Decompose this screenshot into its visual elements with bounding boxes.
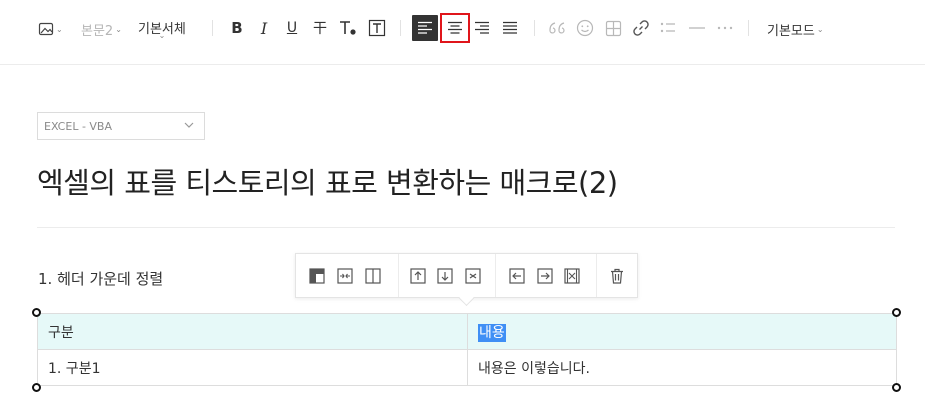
- table-resize-handle[interactable]: [892, 383, 901, 392]
- smiley-icon: [576, 19, 594, 37]
- popup-divider: [495, 254, 496, 297]
- editor-mode-select[interactable]: 기본모드 ⌄: [767, 18, 824, 40]
- font-family-select[interactable]: 기본서체 ⌄: [138, 18, 186, 40]
- align-center-button[interactable]: [440, 13, 470, 43]
- editor-toolbar: ⌄ 본문2 ⌄ 기본서체 ⌄ B I U 干 기본모드 ⌄: [0, 0, 925, 65]
- chevron-down-icon: ⌄: [56, 24, 63, 34]
- italic-button[interactable]: I: [251, 15, 277, 41]
- align-left-button[interactable]: [412, 15, 438, 41]
- align-left-icon: [418, 21, 432, 34]
- horizontal-line-button[interactable]: [684, 15, 710, 41]
- quote-icon: [549, 22, 565, 34]
- table-resize-handle[interactable]: [32, 308, 41, 317]
- paragraph-style-select[interactable]: 본문2 ⌄: [81, 18, 122, 40]
- table-cell[interactable]: 내용은 이렇습니다.: [467, 349, 897, 386]
- underline-icon: U: [286, 20, 298, 36]
- text-color-icon: [340, 21, 356, 35]
- insert-row-below-icon[interactable]: [436, 267, 454, 285]
- insert-row-above-icon[interactable]: [409, 267, 427, 285]
- title-divider: [37, 227, 895, 228]
- category-select[interactable]: EXCEL - VBA: [37, 112, 205, 140]
- selected-header-text: 내용: [478, 323, 506, 342]
- image-icon: [38, 22, 54, 36]
- bullet-list-button[interactable]: [655, 15, 681, 41]
- insert-image-button[interactable]: ⌄: [38, 18, 63, 40]
- table-header-cell[interactable]: 구분: [37, 313, 468, 350]
- bold-icon: B: [231, 19, 243, 37]
- trash-icon[interactable]: [608, 267, 626, 285]
- align-right-button[interactable]: [469, 15, 495, 41]
- paragraph-style-label: 본문2: [81, 23, 114, 39]
- editor-mode-label: 기본모드: [767, 23, 815, 39]
- bullet-list-icon: [660, 22, 675, 33]
- popup-divider: [596, 254, 597, 297]
- align-justify-icon: [503, 21, 517, 34]
- table-header-row: 구분 내용: [37, 313, 897, 350]
- chevron-down-icon: ⌄: [816, 24, 824, 34]
- quote-button[interactable]: [544, 15, 570, 41]
- text-color-button[interactable]: [335, 15, 361, 41]
- header-cell-text: 구분: [48, 324, 74, 341]
- align-center-icon: [448, 21, 462, 34]
- table-cell[interactable]: 1. 구분1: [37, 349, 468, 386]
- table-header-cell[interactable]: 내용: [467, 313, 897, 350]
- italic-icon: I: [260, 18, 268, 38]
- more-dots-icon: [717, 26, 733, 30]
- body-paragraph[interactable]: 1. 헤더 가운데 정렬: [38, 268, 163, 289]
- text-background-icon: [368, 19, 386, 37]
- content-table[interactable]: 구분 내용 1. 구분1 내용은 이렇습니다.: [37, 313, 897, 386]
- delete-column-icon[interactable]: [563, 267, 581, 285]
- cell-text: 1. 구분1: [48, 360, 101, 377]
- table-row: 1. 구분1 내용은 이렇습니다.: [37, 349, 897, 386]
- insert-column-right-icon[interactable]: [536, 267, 554, 285]
- split-cells-icon[interactable]: [364, 267, 382, 285]
- chevron-down-icon: [184, 122, 194, 128]
- table-resize-handle[interactable]: [892, 308, 901, 317]
- strikethrough-icon: 干: [313, 21, 327, 37]
- strikethrough-button[interactable]: 干: [307, 15, 333, 41]
- link-icon: [633, 20, 649, 36]
- delete-row-icon[interactable]: [464, 267, 482, 285]
- chevron-down-icon: ⌄: [158, 31, 166, 40]
- table-resize-handle[interactable]: [32, 383, 41, 392]
- link-button[interactable]: [628, 15, 654, 41]
- toolbar-divider: [748, 20, 749, 36]
- toolbar-divider: [534, 20, 535, 36]
- more-button[interactable]: [712, 15, 738, 41]
- toolbar-divider: [400, 20, 401, 36]
- popup-divider: [398, 254, 399, 297]
- merge-cells-icon[interactable]: [336, 267, 354, 285]
- table-button[interactable]: [600, 15, 626, 41]
- bold-button[interactable]: B: [224, 15, 250, 41]
- horizontal-line-icon: [689, 27, 705, 29]
- underline-button[interactable]: U: [279, 15, 305, 41]
- emoticon-button[interactable]: [572, 15, 598, 41]
- chevron-down-icon: ⌄: [115, 24, 122, 34]
- align-right-icon: [475, 21, 489, 34]
- insert-column-left-icon[interactable]: [508, 267, 526, 285]
- align-justify-button[interactable]: [497, 15, 523, 41]
- post-title-input[interactable]: 엑셀의 표를 티스토리의 표로 변환하는 매크로(2): [37, 160, 618, 202]
- cell-header-icon[interactable]: [308, 267, 326, 285]
- toolbar-divider: [212, 20, 213, 36]
- table-icon: [605, 20, 621, 36]
- category-value: EXCEL - VBA: [44, 119, 113, 133]
- text-background-button[interactable]: [364, 15, 390, 41]
- cell-text: 내용은 이렇습니다.: [478, 360, 590, 377]
